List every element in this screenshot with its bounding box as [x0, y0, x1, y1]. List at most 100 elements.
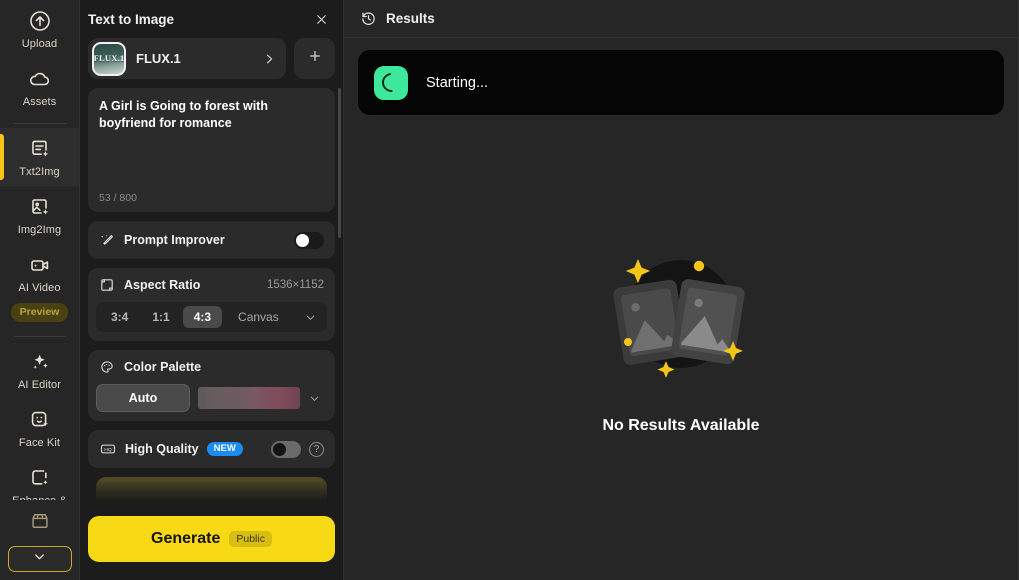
panel-scrollbar[interactable] — [338, 88, 341, 238]
generation-status-card[interactable]: Starting... — [358, 50, 1004, 115]
rail-item-label: Face Kit — [18, 436, 61, 449]
high-quality-label: High Quality — [125, 442, 199, 456]
rail-item-label: AI Editor — [17, 378, 62, 391]
app-root: Upload Assets Txt2Img Img2Img AI Video P… — [0, 0, 1019, 580]
aspect-ratio-section: Aspect Ratio 1536×1152 3:4 1:1 4:3 Canva… — [88, 268, 335, 341]
prompt-text: A Girl is Going to forest with boyfriend… — [99, 99, 268, 130]
generate-visibility-badge: Public — [229, 530, 272, 548]
panel-footer: Generate Public — [80, 506, 343, 580]
sparkles-icon — [28, 350, 52, 374]
aspect-ratio-label: Aspect Ratio — [124, 278, 201, 292]
results-title: Results — [386, 11, 435, 26]
prompt-improver-toggle[interactable] — [294, 231, 324, 249]
rail-item-face-kit[interactable]: Face Kit — [0, 399, 79, 457]
toggle-knob — [296, 233, 309, 247]
rail-scroll-area: Upload Assets Txt2Img Img2Img AI Video P… — [0, 0, 79, 500]
spinner-ring — [377, 69, 405, 96]
aspect-ratio-segmented: 3:4 1:1 4:3 Canvas — [96, 302, 327, 332]
rail-item-label: Txt2Img — [19, 166, 60, 178]
empty-state-text: No Results Available — [602, 417, 760, 434]
panel-body: FLUX.1 FLUX.1 A Girl is Going to forest … — [80, 38, 343, 506]
new-badge: NEW — [206, 441, 243, 457]
empty-state: No Results Available — [344, 246, 1018, 435]
chevron-down-icon[interactable] — [304, 311, 323, 324]
prompt-improver-row[interactable]: Prompt Improver — [88, 221, 335, 259]
cloud-icon — [28, 67, 52, 91]
rail-item-enhance-upscale[interactable]: Enhance & Upscale — [0, 457, 79, 500]
aspect-ratio-option-1-1[interactable]: 1:1 — [141, 306, 180, 328]
upload-circle-icon — [28, 9, 52, 33]
color-palette-header: Color Palette — [88, 350, 335, 384]
enhance-upscale-icon — [28, 466, 52, 490]
rail-item-label: AI Video — [18, 282, 61, 294]
generate-label: Generate — [151, 530, 221, 547]
panel-title: Text to Image — [88, 11, 175, 27]
color-palette-label: Color Palette — [124, 360, 202, 374]
loading-spinner-icon — [374, 65, 408, 100]
results-pane: Results Starting... No Results Available — [344, 0, 1019, 580]
rail-item-ai-editor[interactable]: AI Editor — [0, 341, 79, 399]
model-thumbnail: FLUX.1 — [92, 41, 126, 76]
color-palette-swatch[interactable] — [198, 387, 300, 409]
model-row: FLUX.1 FLUX.1 — [88, 38, 335, 79]
color-palette-section: Color Palette Auto — [88, 350, 335, 421]
aspect-ratio-header: Aspect Ratio 1536×1152 — [88, 268, 335, 302]
panel-header: Text to Image — [80, 0, 343, 38]
left-rail: Upload Assets Txt2Img Img2Img AI Video P… — [0, 0, 80, 580]
rail-divider — [13, 123, 66, 124]
collapse-sidebar-button[interactable] — [7, 546, 72, 572]
prompt-char-counter: 53 / 800 — [99, 192, 137, 204]
results-header: Results — [344, 0, 1018, 38]
model-name: FLUX.1 — [136, 51, 181, 66]
high-quality-toggle[interactable] — [271, 440, 301, 458]
aspect-ratio-option-3-4[interactable]: 3:4 — [100, 306, 139, 328]
svg-text:HQ: HQ — [104, 447, 112, 453]
video-camera-ai-icon — [28, 253, 52, 277]
rail-bottom — [0, 500, 79, 580]
image-to-image-icon — [28, 195, 52, 219]
close-icon[interactable] — [311, 9, 331, 29]
results-body: Starting... No Results Available — [344, 38, 1018, 580]
model-thumbnail-label: FLUX.1 — [93, 52, 125, 63]
color-palette-controls: Auto — [88, 384, 335, 421]
rail-item-txt2img[interactable]: Txt2Img — [0, 128, 79, 186]
history-icon — [360, 10, 377, 27]
aspect-ratio-controls: 3:4 1:1 4:3 Canvas — [88, 302, 335, 341]
rail-item-upload[interactable]: Upload — [0, 0, 79, 58]
chevron-down-icon — [32, 549, 47, 569]
next-section-peek — [96, 477, 327, 506]
rail-item-assets[interactable]: Assets — [0, 58, 79, 116]
rail-item-label: Upload — [21, 38, 58, 50]
aspect-ratio-icon — [99, 277, 116, 293]
chevron-down-icon[interactable] — [308, 392, 327, 405]
aspect-ratio-canvas-option[interactable]: Canvas — [224, 306, 302, 328]
toggle-knob — [273, 442, 286, 456]
magic-wand-icon — [99, 232, 116, 249]
model-selector[interactable]: FLUX.1 FLUX.1 — [88, 38, 286, 79]
face-kit-icon — [28, 408, 52, 432]
auto-label: Auto — [128, 391, 158, 405]
rail-item-ai-video[interactable]: AI Video Preview — [0, 244, 79, 329]
rail-divider — [13, 335, 66, 337]
chevron-right-icon — [262, 52, 276, 66]
aspect-ratio-resolution: 1536×1152 — [266, 279, 324, 291]
hq-icon: HQ — [99, 440, 117, 458]
empty-gallery-icon — [596, 246, 766, 391]
help-circle-icon[interactable]: ? — [309, 441, 324, 457]
store-icon — [28, 509, 52, 533]
add-model-button[interactable] — [294, 38, 335, 79]
plus-icon — [307, 48, 323, 69]
preview-badge: Preview — [10, 303, 69, 322]
rail-item-img2img[interactable]: Img2Img — [0, 186, 79, 244]
rail-item-store[interactable] — [0, 500, 79, 540]
aspect-ratio-option-4-3[interactable]: 4:3 — [182, 306, 223, 328]
palette-icon — [99, 359, 116, 375]
generation-status-text: Starting... — [426, 74, 489, 91]
high-quality-row[interactable]: HQ High Quality NEW ? — [88, 430, 335, 468]
text-to-image-panel: Text to Image FLUX.1 FLUX.1 A Girl is Go… — [80, 0, 344, 580]
rail-item-label: Assets — [22, 96, 57, 108]
color-palette-auto-button[interactable]: Auto — [96, 384, 190, 412]
prompt-input[interactable]: A Girl is Going to forest with boyfriend… — [88, 88, 335, 212]
generate-button[interactable]: Generate Public — [88, 516, 335, 562]
rail-item-label: Img2Img — [17, 224, 62, 236]
